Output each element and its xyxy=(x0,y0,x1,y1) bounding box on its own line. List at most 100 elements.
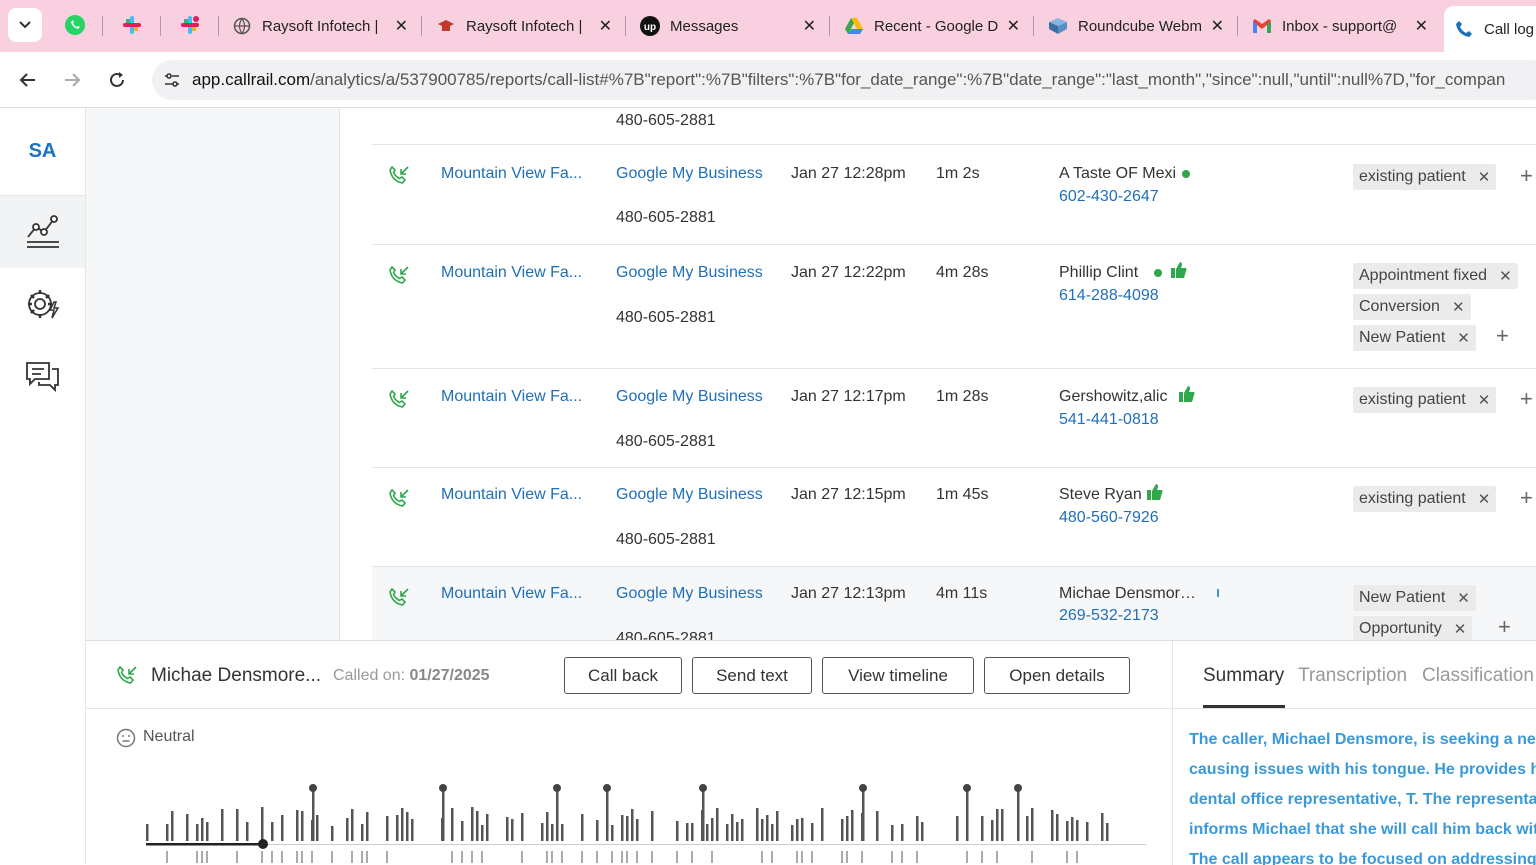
caller-phone-link[interactable]: 541-441-0818 xyxy=(1059,411,1159,429)
tab-transcription[interactable]: Transcription xyxy=(1298,665,1407,687)
tracking-name-link[interactable]: Mountain View Fa... xyxy=(441,388,582,406)
back-button[interactable] xyxy=(12,64,44,96)
waveform-bar xyxy=(396,815,399,841)
close-icon[interactable]: ✕ xyxy=(1454,620,1467,638)
address-bar[interactable]: app.callrail.com/analytics/a/537900785/r… xyxy=(152,60,1536,100)
call-row[interactable]: Mountain View Fa... Google My Business 4… xyxy=(372,468,1536,567)
waveform-bar xyxy=(1086,822,1089,841)
source-link[interactable]: Google My Business xyxy=(616,165,763,183)
nav-analytics[interactable] xyxy=(0,196,85,268)
tab-roundcube[interactable]: Roundcube Webm ✕ xyxy=(1038,8,1234,44)
close-icon[interactable]: ✕ xyxy=(1457,329,1470,347)
add-tag-button[interactable]: + xyxy=(1520,485,1533,511)
tab-gmail[interactable]: Inbox - support@ ✕ xyxy=(1242,8,1438,44)
tab-raysoft-1[interactable]: Raysoft Infotech | ✕ xyxy=(222,8,418,44)
waveform-bar-lower xyxy=(901,851,903,863)
forward-button[interactable] xyxy=(56,64,88,96)
call-row[interactable]: Mountain View Fa... Google My Business 4… xyxy=(372,369,1536,468)
waveform-bar xyxy=(596,820,599,841)
caller-phone-link[interactable]: 480-560-7926 xyxy=(1059,509,1159,527)
nav-settings[interactable] xyxy=(0,268,85,340)
caller-phone-link[interactable]: 602-430-2647 xyxy=(1059,188,1159,206)
close-icon[interactable]: ✕ xyxy=(1211,16,1224,36)
audio-waveform[interactable]: Neutral xyxy=(86,709,1172,865)
tracking-name-link[interactable]: Mountain View Fa... xyxy=(441,585,582,603)
close-icon[interactable]: ✕ xyxy=(803,16,816,36)
site-settings-icon[interactable] xyxy=(152,71,192,89)
marker-dot[interactable] xyxy=(699,784,707,792)
add-tag-button[interactable]: + xyxy=(1496,323,1509,349)
marker-dot[interactable] xyxy=(439,784,447,792)
source-link[interactable]: Google My Business xyxy=(616,388,763,406)
add-tag-button[interactable]: + xyxy=(1520,163,1533,189)
marker-dot[interactable] xyxy=(553,784,561,792)
progress-track[interactable] xyxy=(146,844,1146,845)
marker-dot[interactable] xyxy=(1014,784,1022,792)
send-text-button[interactable]: Send text xyxy=(692,657,812,694)
call-back-button[interactable]: Call back xyxy=(564,657,682,694)
tab-google-drive[interactable]: Recent - Google Dr ✕ xyxy=(834,8,1030,44)
caller-phone-link[interactable]: 269-532-2173 xyxy=(1059,607,1159,625)
close-icon[interactable]: ✕ xyxy=(1007,16,1020,36)
call-row[interactable]: Mountain View Fa... Google My Business 4… xyxy=(372,145,1536,245)
caller-name: Phillip Clint xyxy=(1059,264,1139,281)
call-row[interactable]: 480-605-2881 xyxy=(372,108,1536,145)
browser-tab-bar: Raysoft Infotech | ✕ Raysoft Infotech | … xyxy=(0,0,1536,52)
summary-line: The call appears to be focused on addres… xyxy=(1189,851,1536,865)
call-row-selected[interactable]: Mountain View Fa... Google My Business 4… xyxy=(372,567,1536,640)
add-tag-button[interactable]: + xyxy=(1520,386,1533,412)
tracking-name-link[interactable]: Mountain View Fa... xyxy=(441,165,582,183)
close-icon[interactable]: ✕ xyxy=(1452,298,1465,316)
waveform-bar xyxy=(1076,820,1079,841)
close-icon[interactable]: ✕ xyxy=(1478,391,1491,409)
nav-conversations[interactable] xyxy=(0,340,85,412)
account-avatar[interactable]: SA xyxy=(0,108,85,196)
tab-classification[interactable]: Classification xyxy=(1422,665,1534,687)
caller-phone-link[interactable]: 614-288-4098 xyxy=(1059,287,1159,305)
tab-summary[interactable]: Summary xyxy=(1203,665,1284,687)
upwork-icon: up xyxy=(640,16,660,36)
call-row[interactable]: Mountain View Fa... Google My Business 4… xyxy=(372,245,1536,369)
close-icon[interactable]: ✕ xyxy=(1478,168,1491,186)
waveform-bar-lower xyxy=(206,851,208,863)
close-icon[interactable]: ✕ xyxy=(395,16,408,36)
playhead-handle[interactable] xyxy=(258,839,268,849)
waveform-bar xyxy=(331,826,334,841)
chat-bubbles-icon xyxy=(25,362,59,392)
tab-raysoft-2[interactable]: Raysoft Infotech | ✕ xyxy=(426,8,622,44)
close-icon[interactable]: ✕ xyxy=(1457,589,1470,607)
drive-icon xyxy=(844,16,864,36)
source-link[interactable]: Google My Business xyxy=(616,486,763,504)
marker-dot[interactable] xyxy=(859,784,867,792)
source-link[interactable]: Google My Business xyxy=(616,264,763,282)
waveform-bar-lower xyxy=(996,851,998,863)
call-duration: 1m 2s xyxy=(936,165,980,182)
tracking-name-link[interactable]: Mountain View Fa... xyxy=(441,264,582,282)
close-icon[interactable]: ✕ xyxy=(1499,267,1512,285)
open-details-button[interactable]: Open details xyxy=(984,657,1130,694)
marker-dot[interactable] xyxy=(309,784,317,792)
waveform-bar xyxy=(461,821,464,841)
svg-text:up: up xyxy=(644,22,656,33)
close-icon[interactable]: ✕ xyxy=(1415,16,1428,36)
source-link[interactable]: Google My Business xyxy=(616,585,763,603)
tab-search-button[interactable] xyxy=(8,8,42,42)
waveform-bar xyxy=(846,816,849,841)
waveform-bar-lower xyxy=(551,851,553,863)
marker-dot[interactable] xyxy=(603,784,611,792)
tab-messages[interactable]: up Messages ✕ xyxy=(630,8,826,44)
view-timeline-button[interactable]: View timeline xyxy=(822,657,974,694)
marker-dot[interactable] xyxy=(963,784,971,792)
tracking-name-link[interactable]: Mountain View Fa... xyxy=(441,486,582,504)
whatsapp-pinned-tab[interactable] xyxy=(62,12,88,38)
close-icon[interactable]: ✕ xyxy=(1478,490,1491,508)
add-tag-button[interactable]: + xyxy=(1498,614,1511,640)
called-on-label: Called on: xyxy=(333,667,406,684)
slack-pinned-tab[interactable] xyxy=(119,12,145,38)
tab-call-log[interactable]: Call log xyxy=(1444,6,1536,52)
waveform-bar-lower xyxy=(796,851,798,863)
reload-button[interactable] xyxy=(101,64,133,96)
slack-pinned-tab-2[interactable] xyxy=(177,12,203,38)
call-detail-header: Michae Densmore... Called on: 01/27/2025… xyxy=(86,641,1172,709)
close-icon[interactable]: ✕ xyxy=(599,16,612,36)
